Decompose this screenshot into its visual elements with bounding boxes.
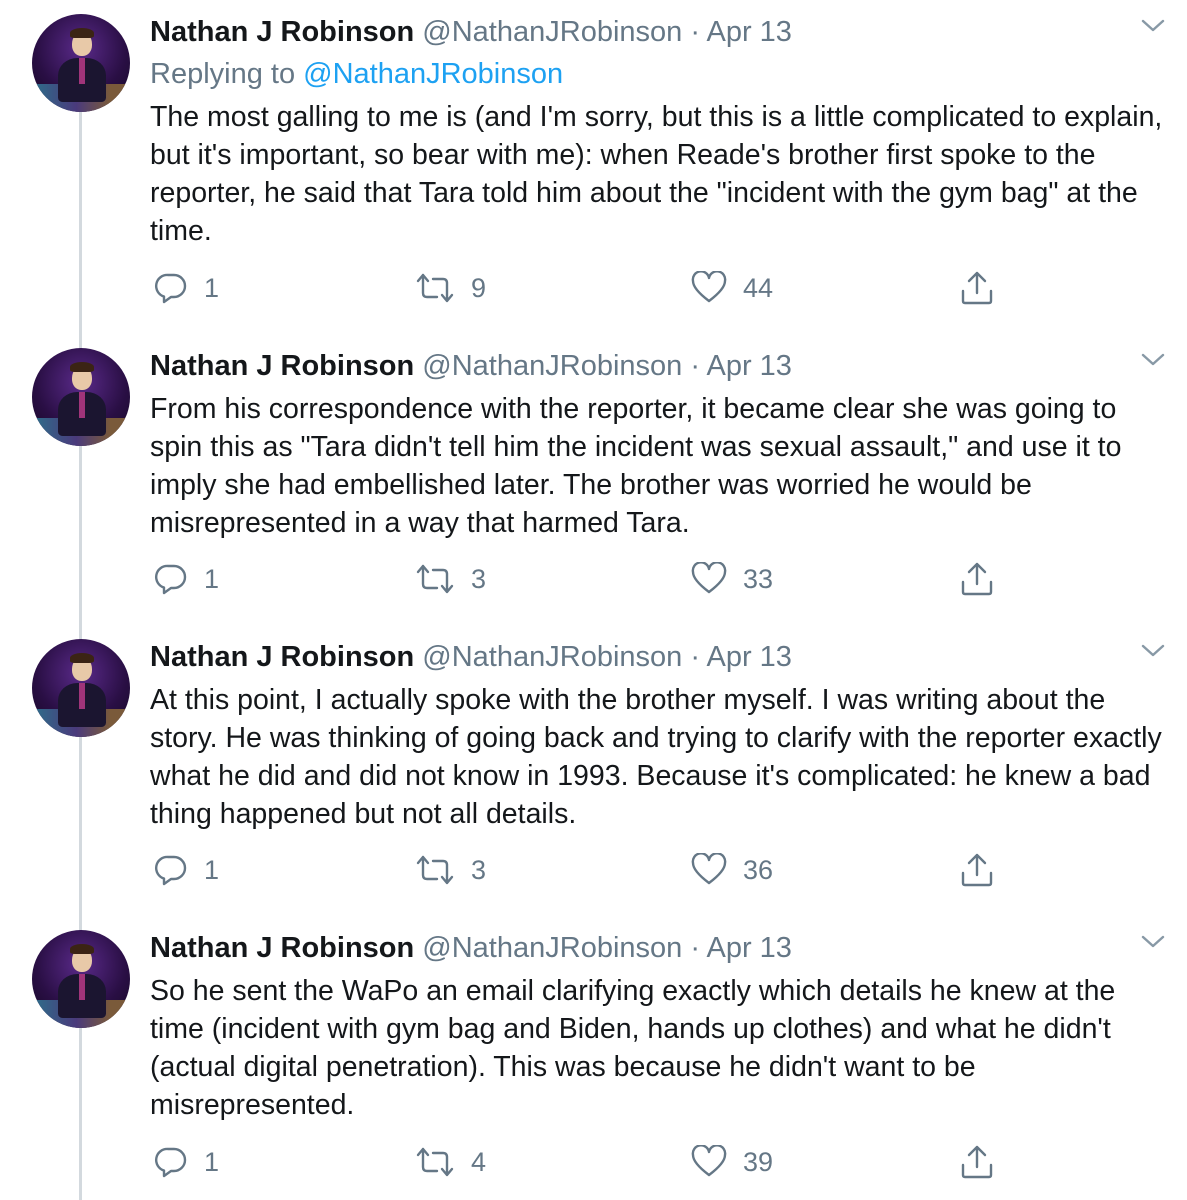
reply-button[interactable]: 1 [154,850,219,890]
separator-dot: · [690,16,701,48]
reply-count: 1 [204,1146,220,1177]
reply-icon [155,1147,187,1178]
like-button[interactable]: 39 [691,1142,773,1182]
tweet-actions: 1 3 36 [150,850,1010,890]
like-count: 33 [743,563,774,594]
author-name[interactable]: Nathan J Robinson [150,350,414,382]
tweet-text: The most galling to me is (and I'm sorry… [150,101,1163,247]
chevron-down-icon[interactable] [1140,932,1166,952]
share-button[interactable] [959,1142,995,1182]
share-icon [961,271,993,305]
tweet-header: Nathan J Robinson @NathanJRobinson · Apr… [150,348,792,384]
tweet-actions: 1 9 44 [150,268,1010,308]
author-name[interactable]: Nathan J Robinson [150,16,414,48]
avatar[interactable] [32,14,130,112]
retweet-icon [416,273,454,303]
retweet-button[interactable]: 3 [415,850,486,890]
avatar[interactable] [32,930,130,1028]
retweet-button[interactable]: 3 [415,559,486,599]
retweet-button[interactable]: 9 [415,268,486,308]
retweet-icon [416,855,454,885]
avatar[interactable] [32,348,130,446]
retweet-count: 4 [471,1146,487,1177]
tweet-header: Nathan J Robinson @NathanJRobinson · Apr… [150,930,792,966]
share-button[interactable] [959,850,995,890]
author-name[interactable]: Nathan J Robinson [150,641,414,673]
retweet-count: 3 [471,563,487,594]
like-button[interactable]: 33 [691,559,773,599]
share-icon [961,562,993,596]
replying-to-label: Replying to [150,58,296,90]
reply-count: 1 [204,563,220,594]
author-handle[interactable]: @NathanJRobinson [422,932,682,964]
tweet-header: Nathan J Robinson @NathanJRobinson · Apr… [150,639,792,675]
retweet-icon [416,1147,454,1177]
reply-button[interactable]: 1 [154,559,219,599]
heart-icon [691,271,727,303]
tweet-date[interactable]: Apr 13 [706,16,791,48]
reply-count: 1 [204,854,220,885]
separator-dot: · [690,350,701,382]
retweet-button[interactable]: 4 [415,1142,486,1182]
author-name[interactable]: Nathan J Robinson [150,932,414,964]
tweet-actions: 1 3 33 [150,559,1010,599]
reply-count: 1 [204,272,220,303]
heart-icon [691,562,727,594]
tweet-date[interactable]: Apr 13 [706,932,791,964]
like-button[interactable]: 44 [691,268,773,308]
author-handle[interactable]: @NathanJRobinson [422,16,682,48]
like-button[interactable]: 36 [691,850,773,890]
tweet-header: Nathan J Robinson @NathanJRobinson · Apr… [150,14,792,50]
reply-button[interactable]: 1 [154,268,219,308]
tweet-date[interactable]: Apr 13 [706,641,791,673]
heart-icon [691,853,727,885]
replying-to-handle[interactable]: @NathanJRobinson [303,58,563,90]
chevron-down-icon[interactable] [1140,350,1166,370]
share-button[interactable] [959,268,995,308]
author-handle[interactable]: @NathanJRobinson [422,350,682,382]
share-button[interactable] [959,559,995,599]
like-count: 36 [743,854,774,885]
reply-button[interactable]: 1 [154,1142,219,1182]
avatar[interactable] [32,639,130,737]
like-count: 44 [743,272,774,303]
reply-icon [155,855,187,886]
tweet-text: So he sent the WaPo an email clarifying … [150,975,1116,1121]
tweet-date[interactable]: Apr 13 [706,350,791,382]
tweet-text: At this point, I actually spoke with the… [150,684,1162,830]
replying-to: Replying to @NathanJRobinson [150,56,563,92]
tweet-actions: 1 4 39 [150,1142,1010,1182]
chevron-down-icon[interactable] [1140,641,1166,661]
tweet-text: From his correspondence with the reporte… [150,393,1122,539]
heart-icon [691,1145,727,1177]
share-icon [961,853,993,887]
retweet-count: 3 [471,854,487,885]
author-handle[interactable]: @NathanJRobinson [422,641,682,673]
share-icon [961,1145,993,1179]
separator-dot: · [690,641,701,673]
like-count: 39 [743,1146,774,1177]
retweet-icon [416,564,454,594]
chevron-down-icon[interactable] [1140,16,1166,36]
retweet-count: 9 [471,272,487,303]
reply-icon [155,564,187,595]
reply-icon [155,273,187,304]
separator-dot: · [690,932,701,964]
